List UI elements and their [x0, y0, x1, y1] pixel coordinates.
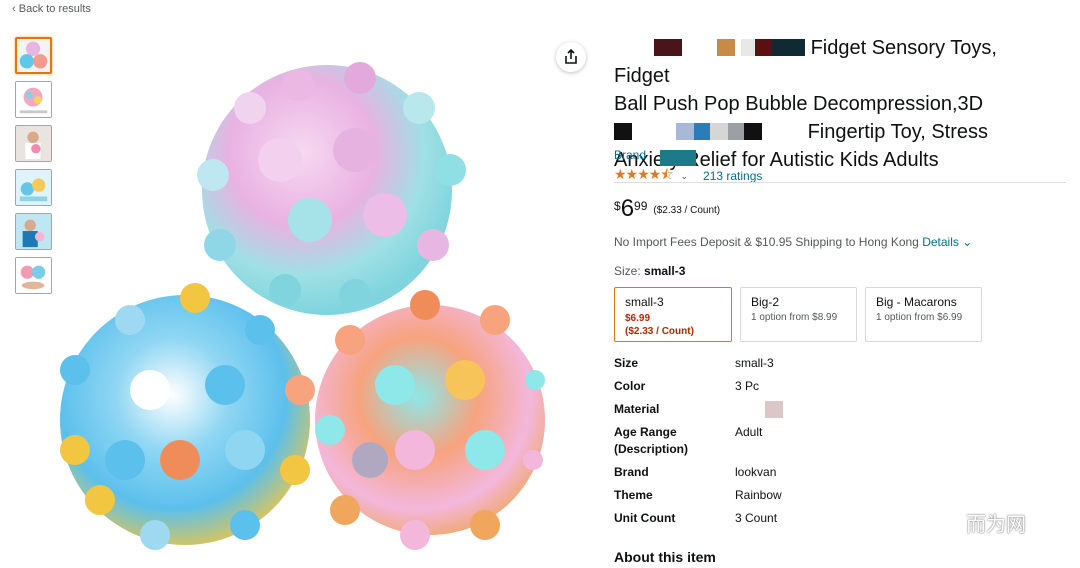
- thumbnail-strip: [15, 37, 53, 301]
- material-redaction: [765, 401, 783, 418]
- chevron-down-icon[interactable]: ⌄: [680, 171, 688, 182]
- watermark: 而为网: [918, 508, 1026, 537]
- main-product-image[interactable]: [55, 40, 545, 568]
- spec-row-size: Size small-3: [614, 356, 774, 370]
- price: $ 6 99 ($2.33 / Count): [614, 195, 721, 222]
- divider: [614, 182, 1066, 183]
- size-option-big-2[interactable]: Big-2 1 option from $8.99: [740, 287, 857, 342]
- share-icon: [565, 49, 577, 64]
- wechat-icon: [919, 509, 956, 535]
- spec-row-age-range: Age Range (Description) Adult: [614, 425, 763, 456]
- share-button[interactable]: [556, 42, 586, 72]
- product-specs-table: Size small-3 Color 3 Pc Material Age Range…: [614, 355, 1054, 533]
- thumbnail-2[interactable]: [15, 81, 52, 118]
- thumbnail-6[interactable]: [15, 257, 52, 294]
- size-option-small-3[interactable]: small-3 $6.99 ($2.33 / Count): [614, 287, 732, 342]
- rating-row: ★★★★⯪ ⌄ 213 ratings: [614, 164, 762, 188]
- spec-row-material: Material: [614, 401, 1054, 418]
- shipping-details-link[interactable]: Details: [922, 235, 959, 249]
- title-line-3: Fingertip Toy, Stress: [614, 118, 1054, 146]
- thumbnail-5[interactable]: [15, 213, 52, 250]
- brand-store-link[interactable]: Brand: [614, 148, 646, 162]
- thumbnail-1[interactable]: [15, 37, 52, 74]
- ratings-count-link[interactable]: 213 ratings: [703, 169, 762, 183]
- spec-row-theme: Theme Rainbow: [614, 488, 782, 502]
- about-this-item-heading: About this item: [614, 549, 716, 565]
- chevron-left-icon: ‹: [12, 3, 19, 15]
- title-line-2: Ball Push Pop Bubble Decompression,3D: [614, 93, 984, 115]
- title-line-1: Fidget Sensory Toys, Fidget: [614, 37, 997, 87]
- chevron-down-icon[interactable]: ⌄: [962, 235, 972, 249]
- size-label: Size: small-3: [614, 264, 686, 278]
- thumbnail-3[interactable]: [15, 125, 52, 162]
- back-to-results-link[interactable]: ‹ Back to results: [12, 3, 91, 15]
- product-photo: [60, 62, 545, 550]
- size-option-big-macarons[interactable]: Big - Macarons 1 option from $6.99: [865, 287, 982, 342]
- shipping-info: No Import Fees Deposit & $10.95 Shipping…: [614, 235, 973, 249]
- thumbnail-4[interactable]: [15, 169, 52, 206]
- spec-row-brand: Brand lookvan: [614, 465, 777, 479]
- price-per-unit: ($2.33 / Count): [653, 205, 721, 216]
- redaction: [654, 39, 682, 56]
- star-rating-icon[interactable]: ★★★★⯪: [614, 164, 673, 188]
- spec-row-color: Color 3 Pc: [614, 379, 760, 393]
